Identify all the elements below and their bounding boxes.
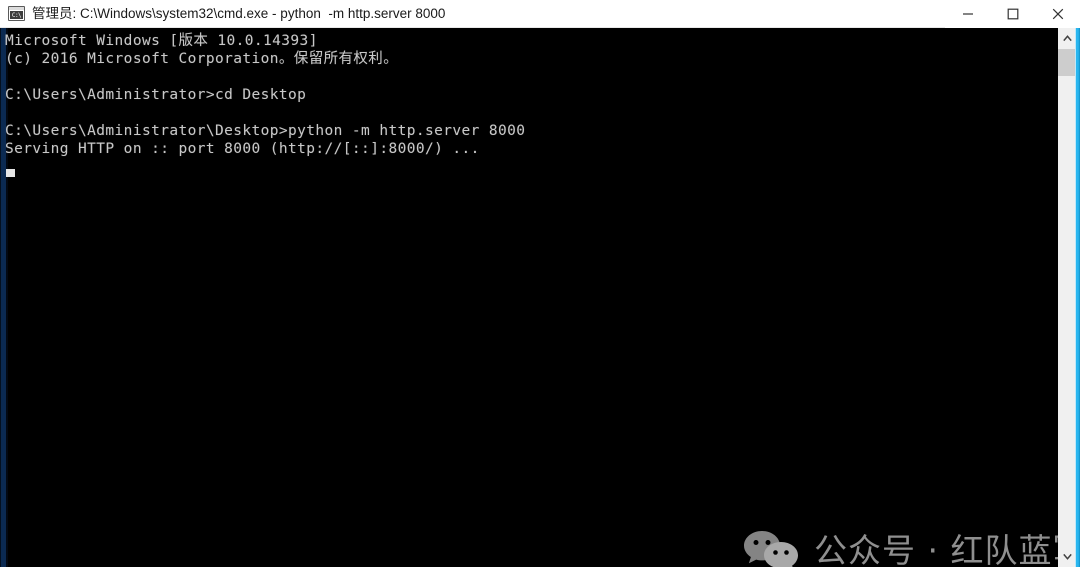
scroll-down-button[interactable] [1058, 546, 1076, 567]
wechat-logo [744, 531, 798, 567]
maximize-button[interactable] [990, 0, 1035, 28]
cmd-icon-prompt: C:\ [10, 11, 23, 19]
cmd-window: C:\ 管理员: C:\Windows\system32\cmd.exe - p… [0, 0, 1080, 567]
cmd-console-icon: C:\ [8, 6, 25, 21]
terminal-line: C:\Users\Administrator\Desktop>python -m… [5, 123, 526, 139]
terminal-line: (c) 2016 Microsoft Corporation。保留所有权利。 [5, 51, 399, 67]
maximize-icon [1007, 8, 1018, 20]
scrollbar-track[interactable] [1058, 76, 1076, 546]
scrollbar-thumb[interactable] [1058, 49, 1076, 76]
cmd-icon-topbar [9, 7, 24, 10]
window-controls [945, 0, 1080, 28]
terminal-line: C:\Users\Administrator>cd Desktop [5, 87, 307, 103]
console-screen[interactable]: Microsoft Windows [版本 10.0.14393] (c) 20… [0, 28, 1044, 567]
text-cursor [6, 169, 15, 177]
watermark: 公众号 · 红队蓝军 [742, 526, 1080, 567]
close-icon [1052, 8, 1063, 20]
watermark-text: 公众号 · 红队蓝军 [814, 531, 1080, 567]
chevron-up-icon [1062, 35, 1072, 42]
close-button[interactable] [1035, 0, 1080, 28]
minimize-button[interactable] [945, 0, 990, 28]
console-body[interactable]: Microsoft Windows [版本 10.0.14393] (c) 20… [0, 28, 1080, 567]
chevron-down-icon [1062, 553, 1072, 560]
window-right-edge-accent [1076, 28, 1080, 567]
minimize-icon [962, 13, 973, 15]
terminal-line: Microsoft Windows [版本 10.0.14393] [5, 33, 318, 49]
window-titlebar[interactable]: C:\ 管理员: C:\Windows\system32\cmd.exe - p… [0, 0, 1080, 28]
terminal-line: Serving HTTP on :: port 8000 (http://[::… [5, 141, 480, 157]
scroll-up-button[interactable] [1058, 28, 1076, 49]
window-title: 管理员: C:\Windows\system32\cmd.exe - pytho… [32, 5, 446, 21]
vertical-scrollbar[interactable] [1058, 28, 1076, 567]
